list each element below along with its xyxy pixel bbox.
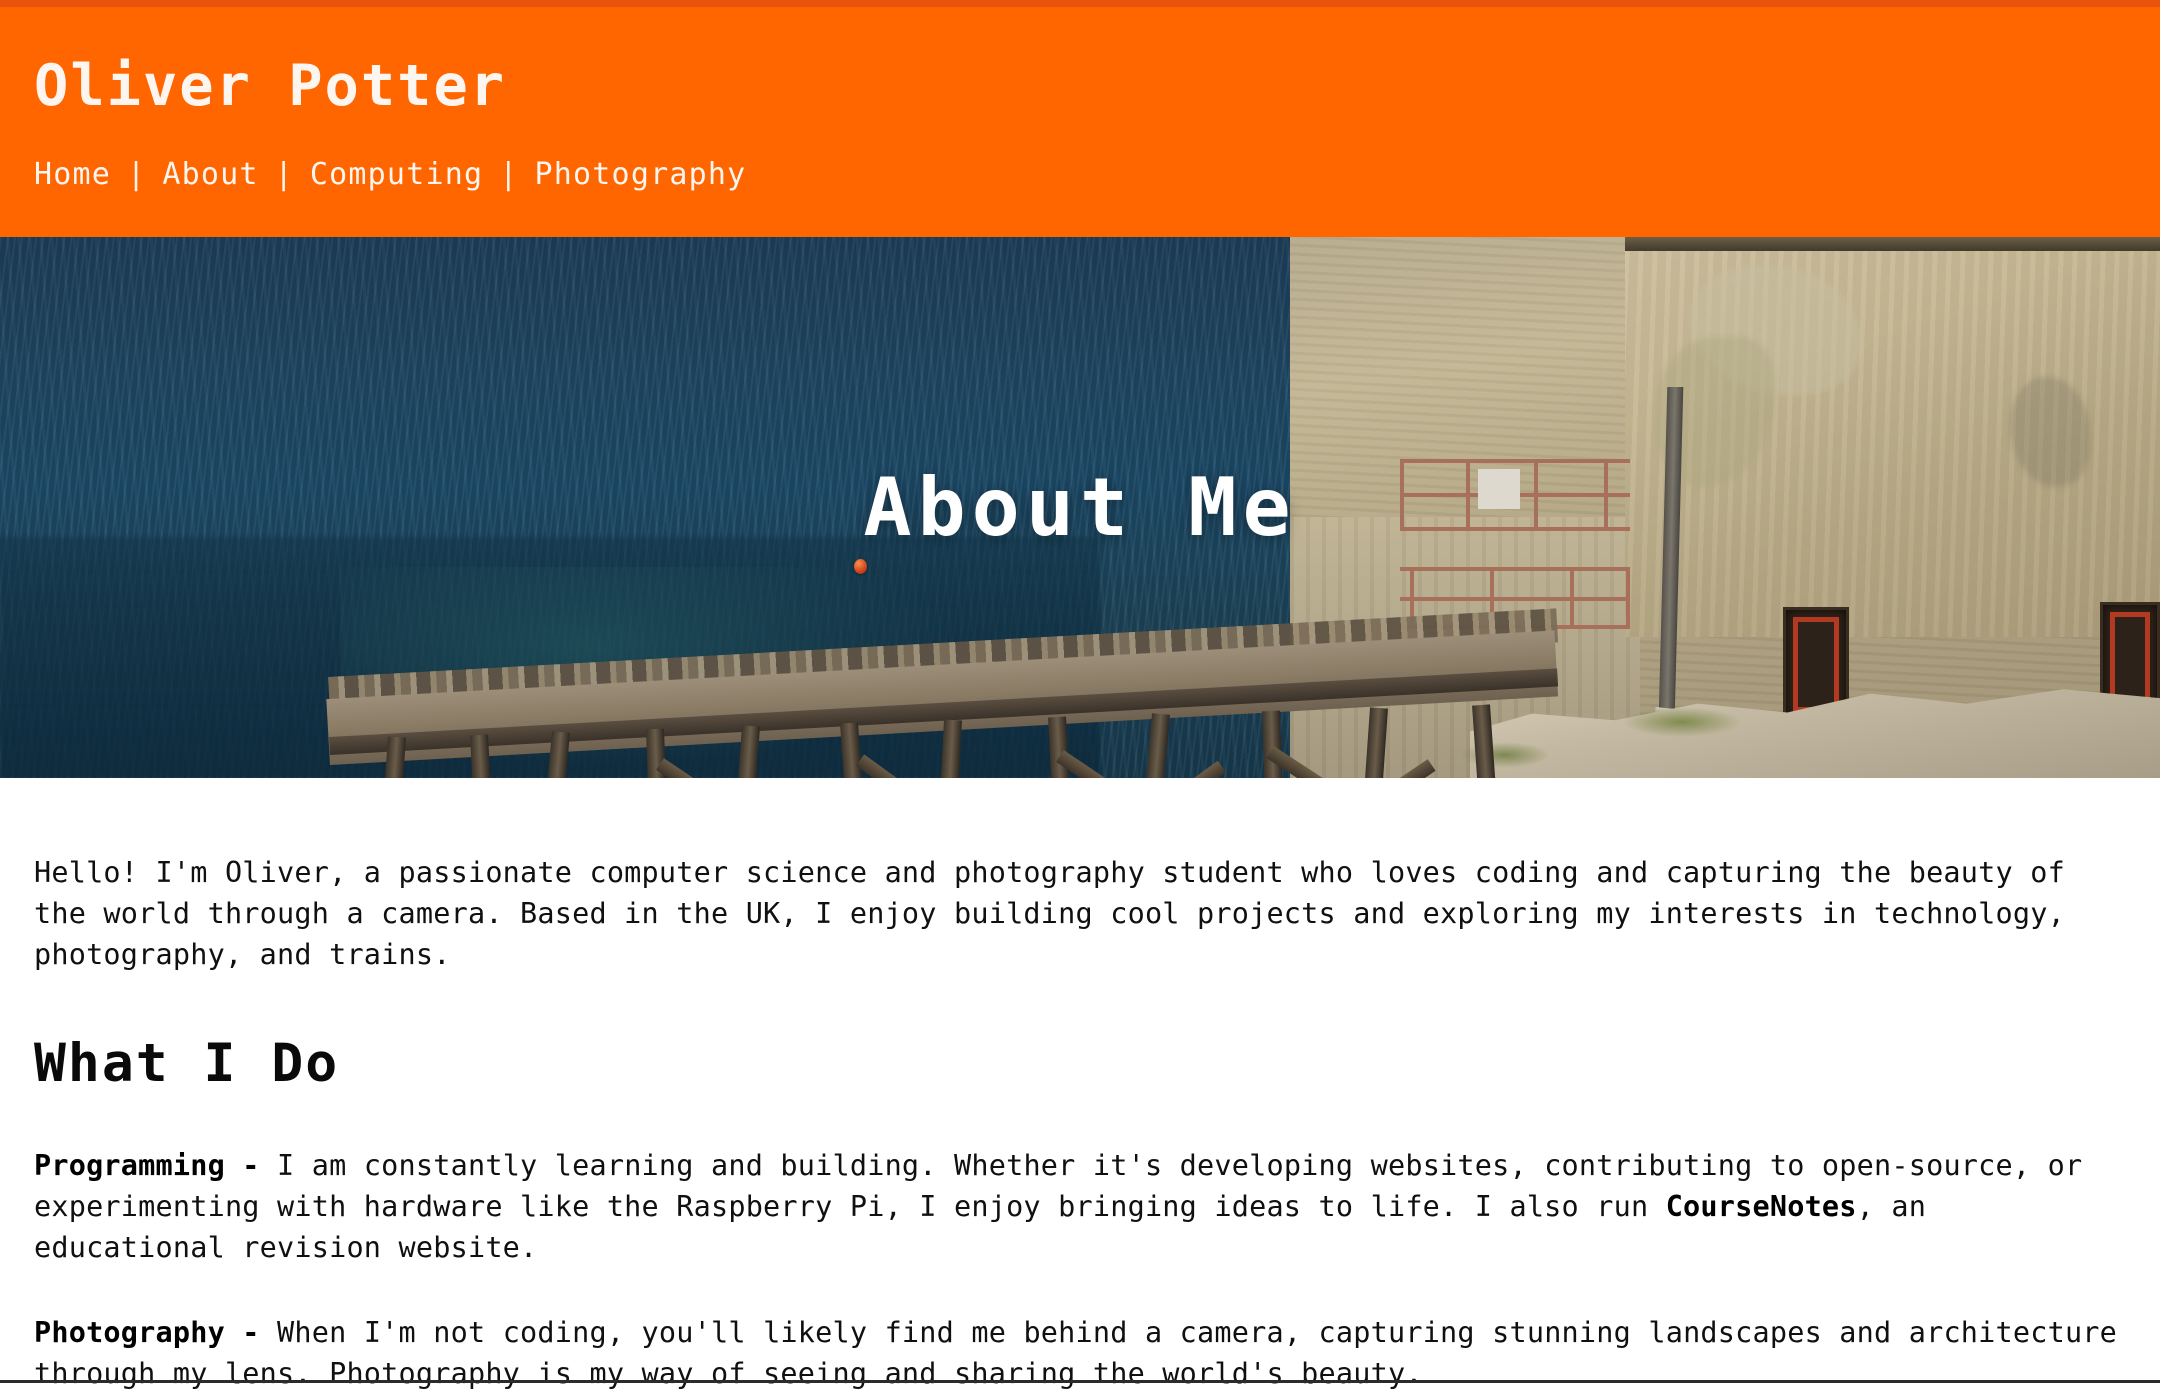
hero-page-title: About Me [863,461,1297,554]
nav-item-photography[interactable]: Photography [535,160,747,190]
header-top-accent-strip [0,0,2160,7]
bottom-divider [0,1380,2160,1383]
nav-item-home[interactable]: Home [34,160,111,190]
item-lead-label: Photography - [34,1316,260,1350]
nav-item-computing[interactable]: Computing [310,160,483,190]
nav-separator: | [499,157,519,192]
item-lead-label: Programming - [34,1149,260,1183]
nav-separator: | [127,157,147,192]
what-i-do-item-photography: Photography - When I'm not coding, you'l… [34,1312,2126,1390]
nav-separator: | [274,157,294,192]
main-content: Hello! I'm Oliver, a passionate computer… [0,778,2160,1390]
main-navigation: Home | About | Computing | Photography [34,160,746,190]
site-header: Oliver Potter Home | About | Computing |… [0,0,2160,237]
nav-item-about[interactable]: About [162,160,258,190]
coursenotes-mention: CourseNotes [1665,1190,1857,1224]
hero-banner: About Me [0,237,2160,778]
intro-paragraph: Hello! I'm Oliver, a passionate computer… [34,856,2065,971]
what-i-do-item-programming: Programming - I am constantly learning a… [34,1145,2126,1268]
section-heading-what-i-do: What I Do [34,1033,340,1094]
site-title: Oliver Potter [34,53,507,119]
item-body-text-part-1: When I'm not coding, you'll likely find … [34,1316,2118,1390]
